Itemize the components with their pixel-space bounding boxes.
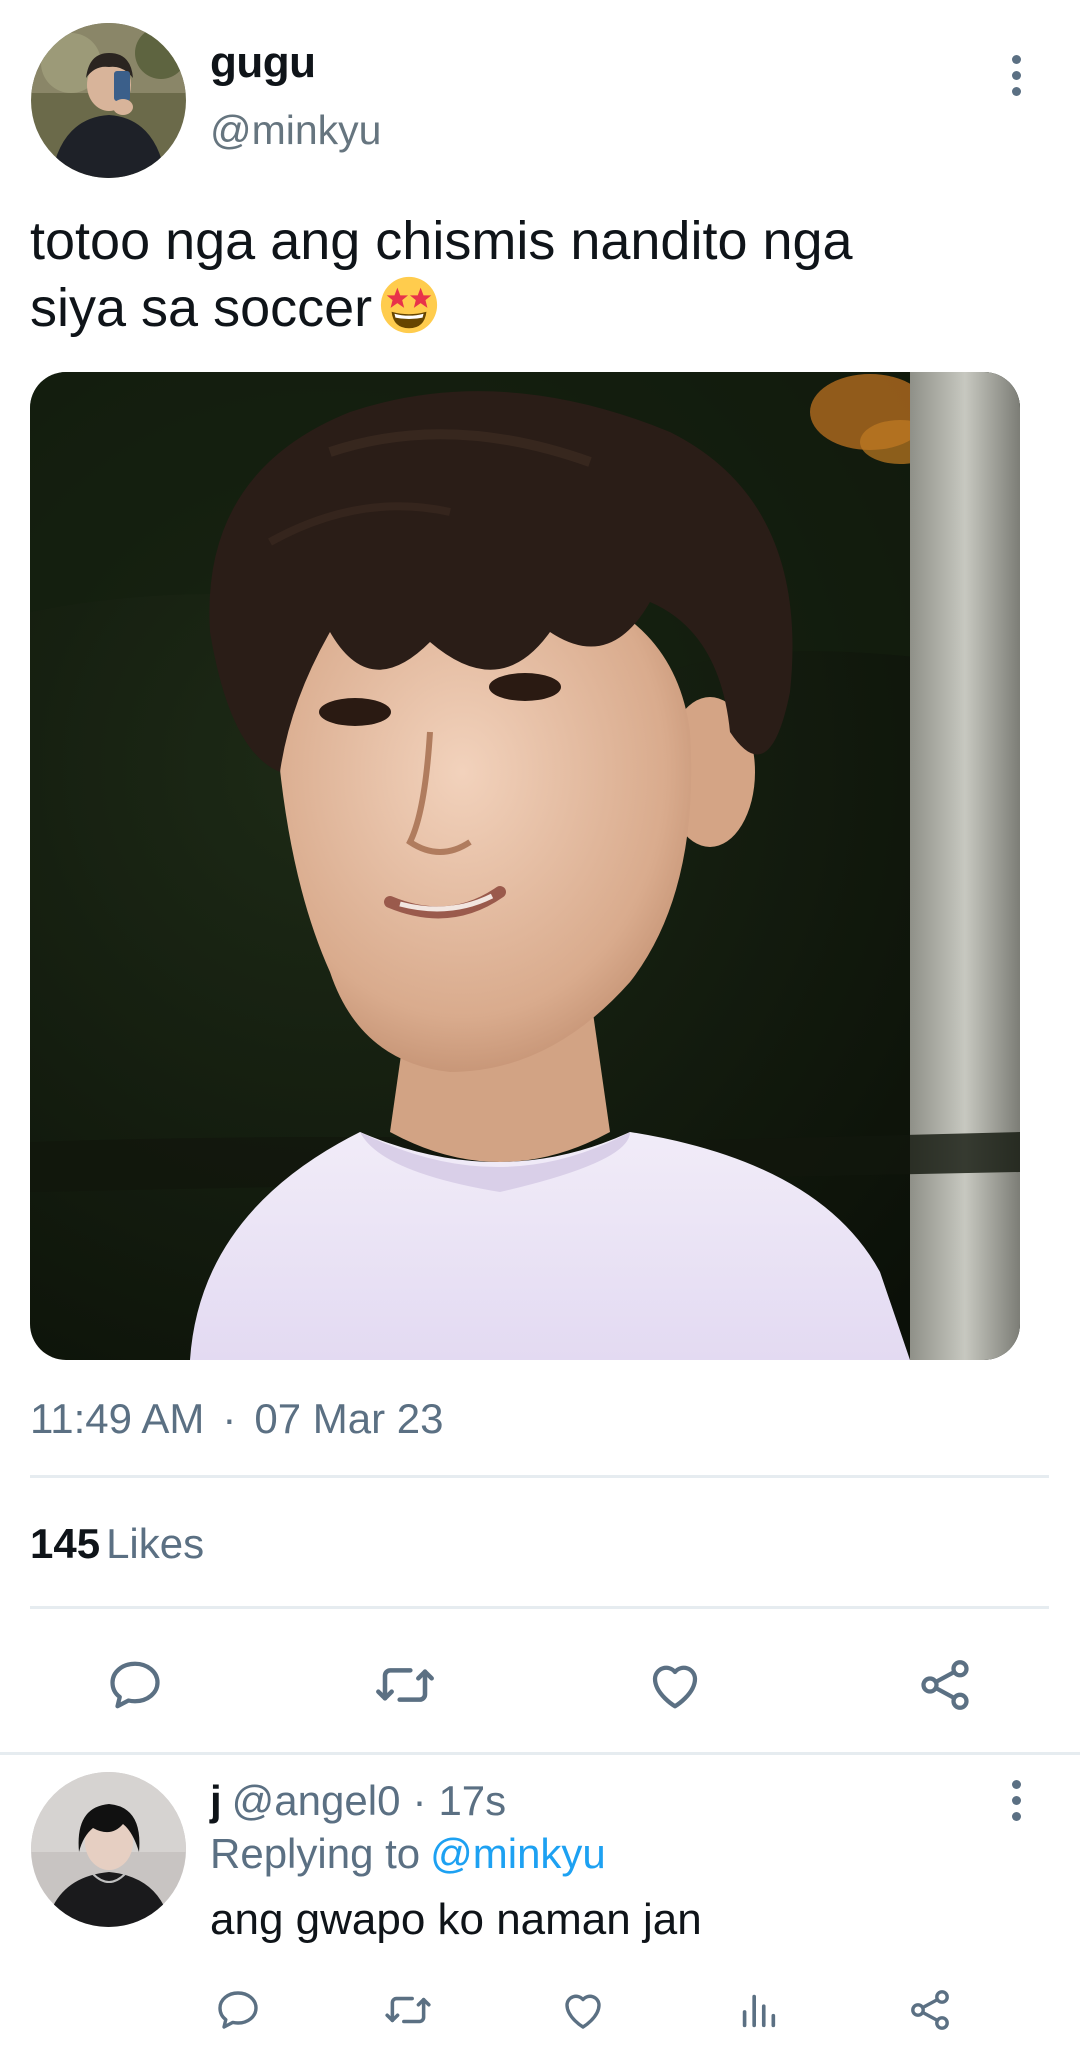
thread-divider [0,1752,1080,1755]
separator-dot: · [412,1777,427,1824]
reply-age[interactable]: 17s [438,1777,506,1824]
reply-display-name[interactable]: j [210,1777,222,1824]
more-options-icon[interactable] [996,45,1036,105]
reply-header: j @angel0 · 17s [210,1777,506,1825]
share-icon[interactable] [910,1650,980,1720]
likes-stat[interactable]: 145 Likes [30,1520,204,1568]
reply-icon[interactable] [100,1650,170,1720]
tweet-text: totoo nga ang chismis nandito nga siya s… [30,208,1030,341]
author-handle[interactable]: @minkyu [210,107,382,154]
reply-text: ang gwapo ko naman jan [210,1895,702,1944]
reply-handle[interactable]: @angel0 [232,1777,401,1824]
reply-icon[interactable] [210,1982,266,2038]
tweet-timestamp[interactable]: 11:49 AM · 07 Mar 23 [30,1395,443,1443]
tweet-photo[interactable] [30,372,1020,1360]
reply-more-options-icon[interactable] [996,1770,1036,1830]
tweet-text-line-2-text: siya sa soccer [30,278,373,338]
divider [30,1475,1049,1478]
analytics-icon[interactable] [730,1982,786,2038]
replying-to: Replying to @minkyu [210,1830,606,1878]
like-icon[interactable] [555,1982,611,2038]
retweet-icon[interactable] [370,1650,440,1720]
reply-author-avatar[interactable] [31,1772,186,1927]
tweet-text-line-2: siya sa soccer [30,274,1030,341]
divider [30,1606,1049,1609]
star-struck-emoji-icon [381,276,438,334]
tweet-text-line-1: totoo nga ang chismis nandito nga [30,211,853,271]
tweet-time: 11:49 AM [30,1395,205,1442]
author-avatar[interactable] [31,23,186,178]
likes-label: Likes [106,1520,205,1567]
tweet-date: 07 Mar 23 [254,1395,444,1442]
author-display-name[interactable]: gugu [210,38,316,88]
likes-count: 145 [30,1520,101,1567]
share-icon[interactable] [902,1982,958,2038]
like-icon[interactable] [640,1650,710,1720]
separator-dot: · [222,1395,237,1442]
replying-to-mention[interactable]: @minkyu [430,1830,606,1877]
replying-to-label: Replying to [210,1830,421,1877]
retweet-icon[interactable] [380,1982,436,2038]
